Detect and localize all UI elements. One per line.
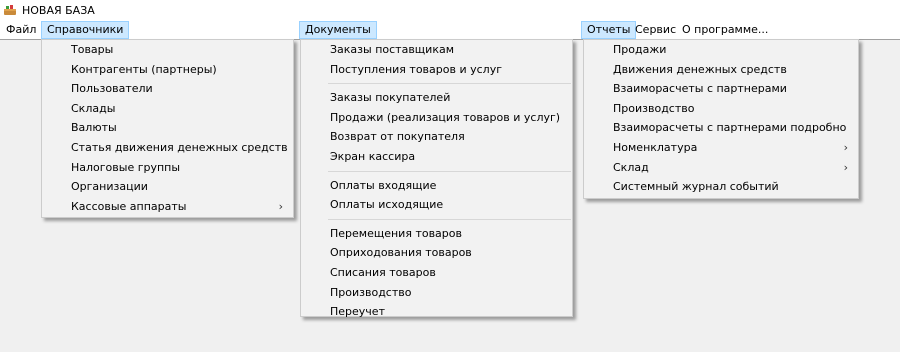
menu-item-incoming-payments[interactable]: Оплаты входящие xyxy=(301,176,572,196)
menu-item-report-nomenclature[interactable]: Номенклатура › xyxy=(584,138,858,158)
reports-dropdown: Продажи Движения денежных средств Взаимо… xyxy=(583,39,859,199)
menu-file[interactable]: Файл xyxy=(1,21,41,39)
chevron-right-icon: › xyxy=(278,199,283,213)
menu-separator xyxy=(328,170,571,172)
references-dropdown: Товары Контрагенты (партнеры) Пользовате… xyxy=(41,39,294,218)
menu-item-cash-registers[interactable]: Кассовые аппараты › xyxy=(42,197,293,217)
menu-item-supplier-orders[interactable]: Заказы поставщикам xyxy=(301,40,572,60)
menu-item-production[interactable]: Производство xyxy=(301,283,572,303)
menu-item-sales[interactable]: Продажи (реализация товаров и услуг) xyxy=(301,108,572,128)
menu-separator xyxy=(328,83,571,85)
chevron-right-icon: › xyxy=(843,160,848,174)
window-title: НОВАЯ БАЗА xyxy=(22,4,95,17)
menu-item-products[interactable]: Товары xyxy=(42,40,293,60)
documents-dropdown: Заказы поставщикам Поступления товаров и… xyxy=(300,39,573,318)
title-bar: НОВАЯ БАЗА xyxy=(0,0,900,21)
menu-references[interactable]: Справочники xyxy=(41,21,130,39)
menu-item-report-production[interactable]: Производство xyxy=(584,99,858,119)
menu-documents[interactable]: Документы xyxy=(299,21,377,39)
menu-item-counterparties[interactable]: Контрагенты (партнеры) xyxy=(42,60,293,80)
menu-item-goods-writeoffs[interactable]: Списания товаров xyxy=(301,263,572,283)
menu-item-tax-groups[interactable]: Налоговые группы xyxy=(42,158,293,178)
menu-item-report-settlements[interactable]: Взаиморасчеты с партнерами xyxy=(584,79,858,99)
menu-item-outgoing-payments[interactable]: Оплаты исходящие xyxy=(301,195,572,215)
menu-item-report-sales[interactable]: Продажи xyxy=(584,40,858,60)
menu-item-users[interactable]: Пользователи xyxy=(42,79,293,99)
menu-item-cashflow-articles[interactable]: Статья движения денежных средств xyxy=(42,138,293,158)
app-basket-icon xyxy=(4,5,16,15)
menu-item-report-warehouse[interactable]: Склад › xyxy=(584,158,858,178)
menu-item-report-cashflow[interactable]: Движения денежных средств xyxy=(584,60,858,80)
menu-item-cashier-screen[interactable]: Экран кассира xyxy=(301,147,572,167)
menu-item-goods-transfers[interactable]: Перемещения товаров xyxy=(301,224,572,244)
menu-service[interactable]: Сервис xyxy=(630,21,681,39)
menu-item-goods-capitalization[interactable]: Оприходования товаров xyxy=(301,243,572,263)
menu-about[interactable]: О программе... xyxy=(677,21,773,39)
menu-item-report-settlements-detailed[interactable]: Взаиморасчеты с партнерами подробно xyxy=(584,118,858,138)
menu-item-stocktaking[interactable]: Переучет xyxy=(301,302,572,322)
menu-item-customer-return[interactable]: Возврат от покупателя xyxy=(301,127,572,147)
menu-reports[interactable]: Отчеты xyxy=(581,21,637,39)
menu-bar: Файл Справочники Документы Отчеты Сервис… xyxy=(0,21,900,39)
menu-item-warehouses[interactable]: Склады xyxy=(42,99,293,119)
menu-separator xyxy=(328,218,571,220)
menu-item-currencies[interactable]: Валюты xyxy=(42,118,293,138)
menu-item-report-event-log[interactable]: Системный журнал событий xyxy=(584,177,858,197)
menu-item-customer-orders[interactable]: Заказы покупателей xyxy=(301,88,572,108)
menu-item-goods-receipts[interactable]: Поступления товаров и услуг xyxy=(301,60,572,80)
menu-item-organizations[interactable]: Организации xyxy=(42,177,293,197)
chevron-right-icon: › xyxy=(843,140,848,154)
